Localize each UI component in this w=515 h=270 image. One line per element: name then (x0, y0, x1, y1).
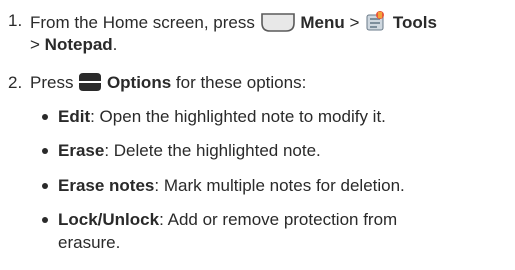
bullet-dot (42, 148, 48, 154)
step-1-number: 1. (8, 11, 23, 30)
notepad-label: Notepad (44, 35, 113, 54)
bullet-dot (42, 217, 48, 223)
options-key-icon (78, 72, 102, 98)
bullet-item-erase: Erase: Delete the highlighted note. (58, 140, 321, 162)
step-1-line-2: > Notepad. (30, 34, 117, 56)
menu-key-icon (260, 12, 296, 38)
separator: > (30, 35, 40, 54)
step-2-line: Press Options for these options: (30, 72, 306, 98)
menu-label: Menu (300, 13, 345, 32)
bullet-term: Lock/Unlock (58, 210, 160, 229)
bullet-dot (42, 114, 48, 120)
step-1-prefix: From the Home screen, press (30, 13, 255, 32)
bullet-term: Erase (58, 141, 105, 160)
step-2-number: 2. (8, 73, 23, 92)
instruction-document: 1. From the Home screen, press Menu > To… (0, 0, 515, 270)
bullet-item-edit: Edit: Open the highlighted note to modif… (58, 106, 386, 128)
bullet-desc: : Add or remove protection from (159, 210, 398, 229)
step-2-prefix: Press (30, 73, 74, 92)
separator: > (349, 13, 360, 32)
tools-label: Tools (392, 13, 437, 32)
bullet-dot (42, 183, 48, 189)
bullet-term: Erase notes (58, 176, 155, 195)
step-2-suffix: for these options: (175, 73, 307, 92)
period: . (112, 35, 118, 54)
tools-icon (364, 10, 388, 38)
bullet-term: Edit (58, 107, 91, 126)
bullet-desc: : Mark multiple notes for deletion. (154, 176, 405, 195)
bullet-item-lock-unlock-cont: erasure. (58, 233, 121, 252)
options-label: Options (106, 73, 172, 92)
bullet-desc: : Open the highlighted note to modify it… (90, 107, 386, 126)
bullet-item-lock-unlock: Lock/Unlock: Add or remove protection fr… (58, 209, 397, 231)
bullet-desc: : Delete the highlighted note. (104, 141, 321, 160)
bullet-item-erase-notes: Erase notes: Mark multiple notes for del… (58, 175, 405, 197)
